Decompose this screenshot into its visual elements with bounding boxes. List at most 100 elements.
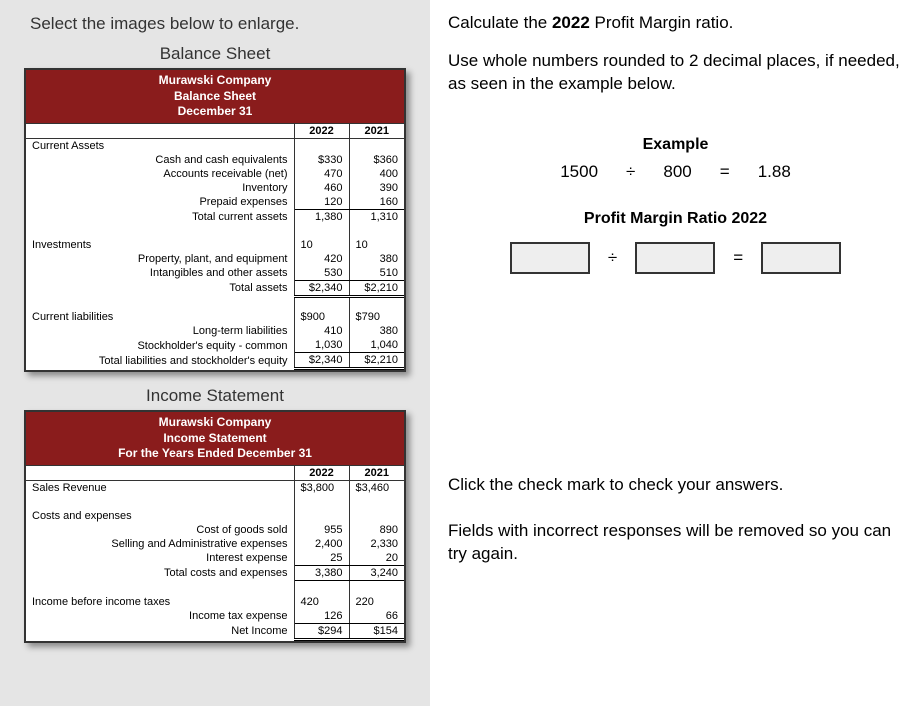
balance-sheet-title: Balance Sheet — [0, 40, 430, 68]
intang-label: Intangibles and other assets — [26, 266, 294, 281]
invst-2021: 10 — [349, 238, 404, 252]
investments-label: Investments — [26, 238, 294, 252]
intang-2022: 530 — [294, 266, 349, 281]
right-panel: Calculate the 2022 Profit Margin ratio. … — [430, 0, 921, 706]
ltl-label: Long-term liabilities — [26, 324, 294, 338]
sga-label: Selling and Administrative expenses — [26, 537, 294, 551]
ppe-label: Property, plant, and equipment — [26, 252, 294, 266]
inv-2022: 460 — [294, 181, 349, 195]
current-assets-label: Current Assets — [26, 138, 294, 153]
int-2022: 25 — [294, 551, 349, 566]
col-2021: 2021 — [349, 124, 404, 139]
check-instruction: Click the check mark to check your answe… — [448, 474, 903, 497]
balance-sheet-header: Murawski Company Balance Sheet December … — [26, 70, 404, 124]
ppe-2022: 420 — [294, 252, 349, 266]
cl-label: Current liabilities — [26, 310, 294, 324]
bs-date: December 31 — [26, 104, 404, 120]
income-statement-title: Income Statement — [0, 382, 430, 410]
question-text: Calculate the 2022 Profit Margin ratio. — [448, 12, 903, 35]
ratio-title: Profit Margin Ratio 2022 — [448, 210, 903, 228]
int-label: Interest expense — [26, 551, 294, 566]
sales-2021: $3,460 — [349, 481, 404, 496]
cogs-2022: 955 — [294, 523, 349, 537]
q-prefix: Calculate the — [448, 13, 552, 32]
left-panel: Select the images below to enlarge. Bala… — [0, 0, 430, 706]
ar-2021: 400 — [349, 167, 404, 181]
bs-company: Murawski Company — [26, 73, 404, 89]
retry-instruction: Fields with incorrect responses will be … — [448, 520, 903, 566]
is-doc: Income Statement — [26, 431, 404, 447]
ite-label: Income tax expense — [26, 609, 294, 624]
ni-2022: $294 — [294, 623, 349, 639]
income-statement-image[interactable]: Murawski Company Income Statement For th… — [24, 410, 406, 642]
se-label: Stockholder's equity - common — [26, 338, 294, 353]
numerator-input[interactable] — [510, 242, 590, 274]
tce-label: Total costs and expenses — [26, 566, 294, 581]
example-numerator: 1500 — [560, 162, 598, 182]
tca-2021: 1,310 — [349, 209, 404, 224]
tce-2021: 3,240 — [349, 566, 404, 581]
ibt-2021: 220 — [349, 595, 404, 609]
se-2022: 1,030 — [294, 338, 349, 353]
sga-2021: 2,330 — [349, 537, 404, 551]
sga-2022: 2,400 — [294, 537, 349, 551]
answer-divide-symbol: ÷ — [608, 248, 617, 268]
invst-2022: 10 — [294, 238, 349, 252]
ite-2021: 66 — [349, 609, 404, 624]
ite-2022: 126 — [294, 609, 349, 624]
ta-label: Total assets — [26, 280, 294, 296]
ltl-2021: 380 — [349, 324, 404, 338]
cl-2022: $900 — [294, 310, 349, 324]
inv-label: Inventory — [26, 181, 294, 195]
col-2022: 2022 — [294, 124, 349, 139]
balance-sheet-image[interactable]: Murawski Company Balance Sheet December … — [24, 68, 406, 372]
q-year: 2022 — [552, 13, 590, 32]
ta-2022: $2,340 — [294, 280, 349, 296]
sub-instruction: Use whole numbers rounded to 2 decimal p… — [448, 50, 903, 96]
divide-symbol: ÷ — [626, 162, 635, 182]
tlse-2022: $2,340 — [294, 353, 349, 369]
tce-2022: 3,380 — [294, 566, 349, 581]
income-statement-header: Murawski Company Income Statement For th… — [26, 412, 404, 466]
example-label: Example — [448, 136, 903, 154]
income-statement-table: 20222021 Sales Revenue$3,800$3,460 Costs… — [26, 466, 404, 641]
tlse-label: Total liabilities and stockholder's equi… — [26, 353, 294, 369]
q-suffix: Profit Margin ratio. — [590, 13, 734, 32]
tca-2022: 1,380 — [294, 209, 349, 224]
ni-label: Net Income — [26, 623, 294, 639]
bs-doc: Balance Sheet — [26, 89, 404, 105]
example-block: Example 1500 ÷ 800 = 1.88 Profit Margin … — [448, 136, 903, 274]
ibt-2022: 420 — [294, 595, 349, 609]
cogs-label: Cost of goods sold — [26, 523, 294, 537]
denominator-input[interactable] — [635, 242, 715, 274]
int-2021: 20 — [349, 551, 404, 566]
prepaid-2021: 160 — [349, 195, 404, 210]
example-result: 1.88 — [758, 162, 791, 182]
ppe-2021: 380 — [349, 252, 404, 266]
bottom-text: Click the check mark to check your answe… — [448, 474, 903, 566]
cl-2021: $790 — [349, 310, 404, 324]
cogs-2021: 890 — [349, 523, 404, 537]
se-2021: 1,040 — [349, 338, 404, 353]
cash-2022: $330 — [294, 153, 349, 167]
intang-2021: 510 — [349, 266, 404, 281]
answer-equals-symbol: = — [733, 248, 743, 268]
result-input[interactable] — [761, 242, 841, 274]
example-row: 1500 ÷ 800 = 1.88 — [448, 162, 903, 182]
costs-header: Costs and expenses — [26, 509, 294, 523]
ibt-label: Income before income taxes — [26, 595, 294, 609]
prepaid-label: Prepaid expenses — [26, 195, 294, 210]
cash-label: Cash and cash equivalents — [26, 153, 294, 167]
ar-label: Accounts receivable (net) — [26, 167, 294, 181]
tlse-2021: $2,210 — [349, 353, 404, 369]
sales-label: Sales Revenue — [26, 481, 294, 496]
cash-2021: $360 — [349, 153, 404, 167]
answer-row: ÷ = — [448, 242, 903, 274]
is-col-2021: 2021 — [349, 466, 404, 481]
example-denominator: 800 — [663, 162, 691, 182]
tca-label: Total current assets — [26, 209, 294, 224]
balance-sheet-table: 20222021 Current Assets Cash and cash eq… — [26, 124, 404, 371]
sales-2022: $3,800 — [294, 481, 349, 496]
inv-2021: 390 — [349, 181, 404, 195]
is-company: Murawski Company — [26, 415, 404, 431]
